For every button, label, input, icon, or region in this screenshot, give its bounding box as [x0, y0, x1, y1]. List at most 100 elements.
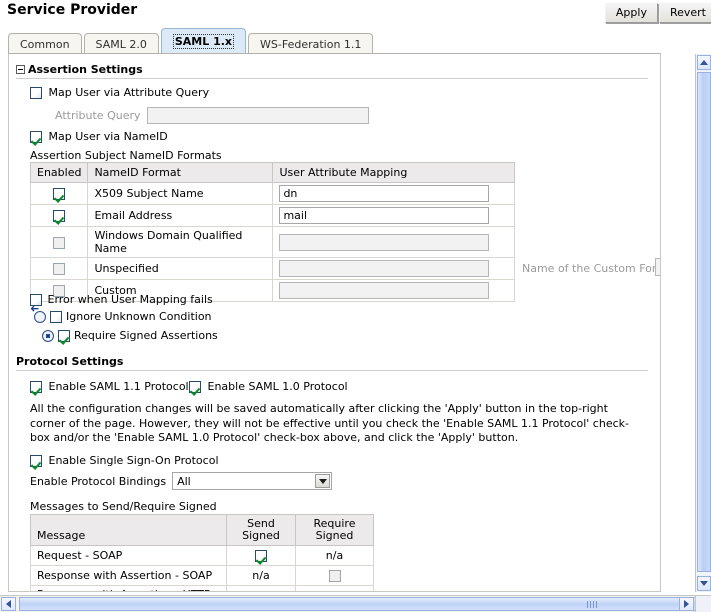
scroll-up-button[interactable]: [697, 55, 711, 70]
enable-saml-11-row: Enable SAML 1.1 Protocol: [30, 380, 189, 393]
assertion-settings-divider: [16, 78, 648, 79]
attribute-query-row: Attribute Query: [55, 107, 369, 124]
chevron-up-icon: [700, 60, 708, 65]
protocol-settings-heading: Protocol Settings: [16, 355, 648, 368]
mapping-input[interactable]: [279, 185, 489, 202]
ignore-unknown-condition-checkbox[interactable]: [50, 311, 62, 323]
page-title: Service Provider: [7, 2, 137, 18]
protocol-bindings-label: Enable Protocol Bindings: [30, 475, 166, 488]
require-signed-assertions-label: Require Signed Assertions: [74, 329, 218, 342]
scroll-left-button[interactable]: [1, 597, 16, 611]
attribute-query-input[interactable]: [147, 107, 369, 124]
chevron-left-icon: [6, 600, 11, 608]
map-user-nameid-checkbox[interactable]: [30, 131, 42, 143]
tab-bar: Common SAML 2.0 SAML 1.x WS-Federation 1…: [8, 29, 375, 54]
error-user-mapping-label: Error when User Mapping fails: [48, 293, 213, 306]
tab-saml-20[interactable]: SAML 2.0: [84, 33, 159, 55]
mapping-input[interactable]: [279, 234, 489, 251]
table-row: Unspecified: [31, 258, 515, 280]
vertical-scrollbar-thumb[interactable]: [697, 72, 711, 572]
tab-content-inner: Assertion Settings Map User via Attribut…: [9, 54, 660, 590]
mapping-input[interactable]: [279, 260, 489, 277]
cell-mapping: [273, 205, 515, 227]
scroll-down-button[interactable]: [697, 576, 711, 591]
enable-saml-11-checkbox[interactable]: [30, 381, 42, 393]
col-enabled: Enabled: [31, 163, 88, 183]
enable-saml-10-row: Enable SAML 1.0 Protocol: [189, 380, 348, 393]
map-user-attribute-query-row: Map User via Attribute Query: [30, 86, 209, 99]
tab-ws-federation-11-label: WS-Federation 1.1: [260, 38, 361, 51]
enable-saml-10-label: Enable SAML 1.0 Protocol: [208, 380, 348, 393]
vertical-scrollbar[interactable]: [695, 54, 711, 592]
cell-mapping: [273, 280, 515, 302]
chevron-down-icon: [700, 581, 708, 586]
tab-saml-20-label: SAML 2.0: [96, 38, 147, 51]
protocol-bindings-select[interactable]: All: [172, 472, 332, 490]
protocol-bindings-select-wrapper: All: [172, 472, 332, 490]
enable-saml-11-label: Enable SAML 1.1 Protocol: [49, 380, 189, 393]
header-button-group: Apply Revert: [605, 3, 711, 23]
cell-require-signed: [296, 566, 374, 586]
apply-button[interactable]: Apply: [605, 3, 658, 23]
horizontal-scrollbar[interactable]: [0, 595, 695, 612]
cell-mapping: [273, 227, 515, 258]
radio-cursor-wrapper: ➜: [34, 310, 46, 323]
cell-send-signed: n/a: [227, 586, 296, 593]
enable-saml-10-checkbox[interactable]: [189, 381, 201, 393]
messages-table: Message Send Signed Require Signed Reque…: [30, 514, 374, 592]
cell-require-signed: n/a: [296, 546, 374, 566]
cell-message: Response with Assertion - SOAP: [31, 566, 227, 586]
map-user-nameid-label: Map User via NameID: [49, 130, 168, 143]
mapping-input[interactable]: [279, 282, 489, 299]
tab-ws-federation-11[interactable]: WS-Federation 1.1: [248, 33, 373, 55]
cell-message: Response with Assertion - HTTP POST: [31, 586, 227, 593]
cell-format: Unspecified: [88, 258, 273, 280]
protocol-settings-title: Protocol Settings: [16, 355, 123, 368]
protocol-settings-divider: [16, 370, 648, 371]
require-signed-assertions-radio[interactable]: [42, 330, 54, 342]
row-enabled-checkbox[interactable]: [53, 188, 65, 200]
tab-common-label: Common: [20, 38, 70, 51]
col-send-signed: Send Signed: [227, 515, 296, 546]
table-row: Email Address: [31, 205, 515, 227]
cell-mapping: [273, 183, 515, 205]
scrollbar-grip-icon: [587, 601, 597, 608]
cell-enabled: [31, 205, 88, 227]
cell-send-signed: n/a: [227, 566, 296, 586]
assertion-settings-title: Assertion Settings: [28, 63, 143, 76]
mapping-input[interactable]: [279, 207, 489, 224]
tab-common[interactable]: Common: [8, 33, 82, 55]
nameid-formats-table: Enabled NameID Format User Attribute Map…: [30, 162, 515, 302]
messages-label: Messages to Send/Require Signed: [30, 500, 217, 513]
row-enabled-checkbox[interactable]: [53, 237, 65, 249]
horizontal-scrollbar-thumb[interactable]: [19, 597, 711, 611]
cell-format: X509 Subject Name: [88, 183, 273, 205]
revert-button[interactable]: Revert: [659, 3, 711, 23]
cell-message: Request - SOAP: [31, 546, 227, 566]
table-header-row: Enabled NameID Format User Attribute Map…: [31, 163, 515, 183]
row-enabled-checkbox[interactable]: [53, 263, 65, 275]
map-user-attribute-query-checkbox[interactable]: [30, 87, 42, 99]
table-header-row: Message Send Signed Require Signed: [31, 515, 374, 546]
col-message: Message: [31, 515, 227, 546]
cell-require-signed: [296, 586, 374, 593]
collapse-icon[interactable]: [16, 65, 25, 74]
scrollbar-corner: [695, 595, 711, 612]
enable-sso-checkbox[interactable]: [30, 455, 42, 467]
service-provider-page: Service Provider Apply Revert Common SAM…: [0, 0, 711, 612]
custom-format-label: Name of the Custom Format: [522, 262, 661, 275]
send-signed-checkbox[interactable]: [255, 550, 267, 562]
enable-sso-row: Enable Single Sign-On Protocol: [30, 454, 219, 467]
custom-format-input[interactable]: [655, 258, 661, 276]
map-user-attribute-query-label: Map User via Attribute Query: [49, 86, 210, 99]
chevron-down-icon[interactable]: [315, 474, 330, 488]
require-signed-assertions-checkbox[interactable]: [58, 330, 70, 342]
scroll-right-button[interactable]: [679, 597, 694, 611]
row-enabled-checkbox[interactable]: [53, 210, 65, 222]
map-user-nameid-row: Map User via NameID: [30, 130, 168, 143]
tab-saml-1x-label: SAML 1.x: [173, 34, 234, 49]
col-nameid-format: NameID Format: [88, 163, 273, 183]
protocol-settings-section: Protocol Settings: [16, 355, 648, 371]
tab-saml-1x[interactable]: SAML 1.x: [161, 28, 246, 54]
require-signed-checkbox[interactable]: [329, 570, 341, 582]
